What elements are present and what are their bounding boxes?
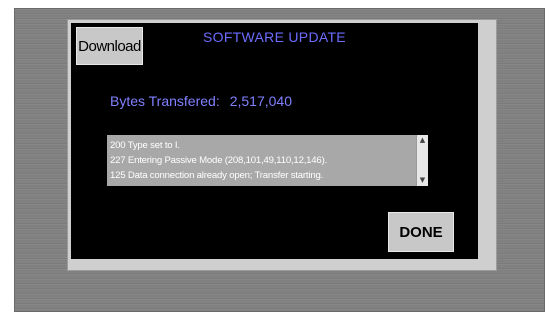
bytes-label: Bytes Transfered: — [110, 93, 220, 109]
log-lines: 200 Type set to I. 227 Entering Passive … — [110, 138, 412, 183]
log-line: 200 Type set to I. — [110, 140, 180, 151]
chevron-up-icon[interactable]: ▲ — [418, 136, 427, 145]
done-button[interactable]: DONE — [388, 212, 454, 252]
download-button[interactable]: Download — [76, 27, 143, 65]
bytes-transferred: Bytes Transfered: 2,517,040 — [110, 93, 292, 109]
log-box[interactable]: 200 Type set to I. 227 Entering Passive … — [107, 135, 428, 186]
chevron-down-icon[interactable]: ▼ — [418, 176, 427, 185]
bytes-value: 2,517,040 — [229, 93, 293, 109]
log-line: 125 Data connection already open; Transf… — [110, 170, 324, 181]
log-line: 227 Entering Passive Mode (208,101,49,11… — [110, 155, 328, 166]
log-scrollbar[interactable]: ▲ ▼ — [416, 135, 428, 186]
dialog-title: SOFTWARE UPDATE — [203, 29, 346, 45]
